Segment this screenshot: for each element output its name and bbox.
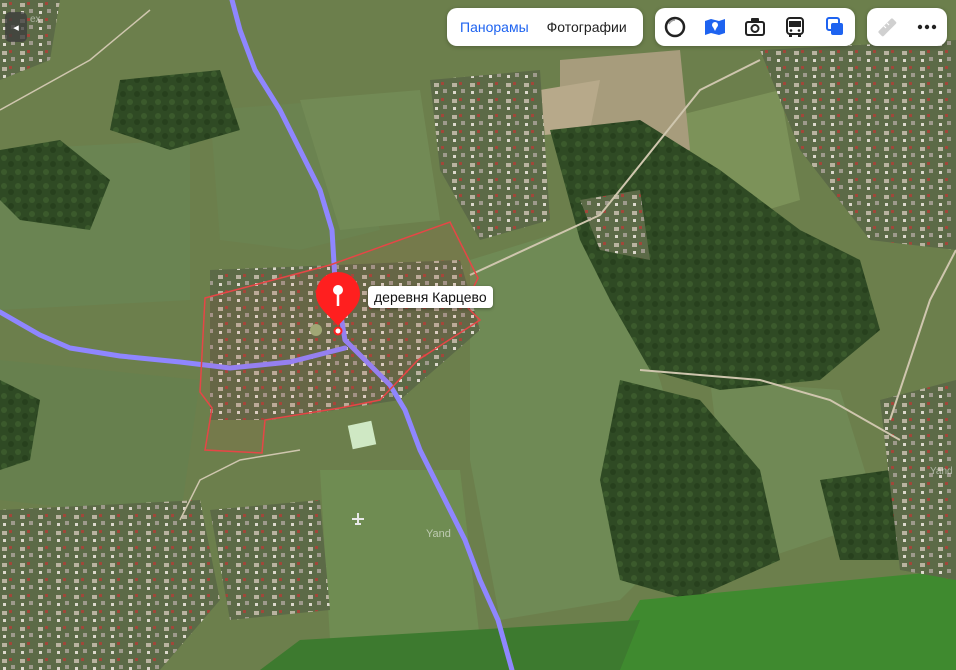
layer-toolbar	[655, 8, 855, 46]
camera-icon	[745, 18, 765, 36]
tab-panoramas[interactable]: Панорамы	[451, 8, 538, 46]
camera-button[interactable]	[735, 8, 775, 46]
place-label[interactable]: деревня Карцево	[368, 286, 493, 308]
more-button[interactable]	[907, 8, 947, 46]
map-edge-label: ex	[30, 14, 41, 25]
layers-icon	[826, 17, 843, 35]
panorama-layer-icon	[664, 16, 686, 38]
tab-photos[interactable]: Фотографии	[538, 8, 636, 46]
more-icon	[917, 24, 937, 30]
ruler-icon	[878, 18, 897, 37]
transit-icon	[786, 17, 804, 37]
extra-toolbar	[867, 8, 947, 46]
view-tabs: Панорамы Фотографии	[447, 8, 643, 46]
map-watermark: Yand	[426, 528, 451, 540]
transit-button[interactable]	[775, 8, 815, 46]
field	[320, 470, 480, 640]
settlement	[210, 500, 330, 620]
panorama-layer-button[interactable]	[655, 8, 695, 46]
collapse-panel-button[interactable]: ◂	[5, 12, 27, 42]
ruler-button[interactable]	[867, 8, 907, 46]
map-book-button[interactable]	[695, 8, 735, 46]
sports-field	[347, 420, 377, 450]
layers-button[interactable]	[815, 8, 855, 46]
map-edge-label: Yand	[930, 466, 953, 477]
satellite-map[interactable]	[0, 0, 956, 670]
chevron-left-icon: ◂	[13, 21, 19, 34]
map-book-icon	[705, 19, 725, 35]
